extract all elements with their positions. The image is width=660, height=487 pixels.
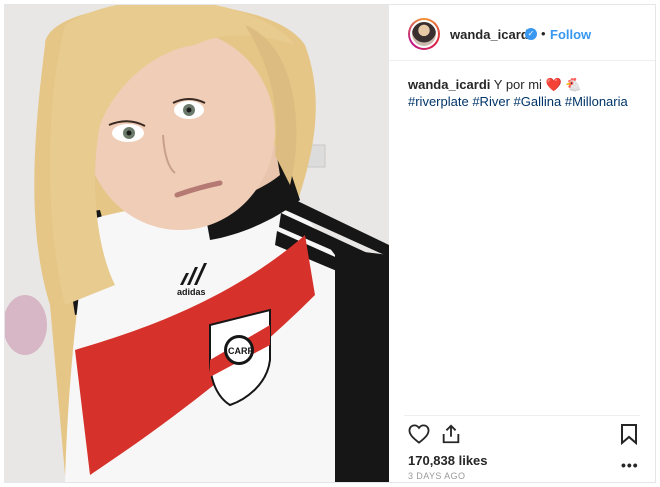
bookmark-icon[interactable]	[620, 423, 638, 450]
hashtag-link[interactable]: #Gallina	[514, 94, 562, 109]
caption-username[interactable]: wanda_icardi	[408, 77, 490, 92]
post-caption: wanda_icardi Y por mi ❤️ 🐔 #riverplate #…	[408, 76, 638, 110]
verified-badge-icon: ✓	[525, 28, 537, 40]
hashtag-link[interactable]: #riverplate	[408, 94, 469, 109]
hashtag-link[interactable]: #River	[472, 94, 510, 109]
author-username[interactable]: wanda_icardi	[450, 27, 532, 42]
share-icon[interactable]	[440, 423, 462, 450]
post-photo[interactable]: adidas CARP	[5, 5, 389, 482]
heart-icon[interactable]	[408, 424, 430, 449]
likes-count[interactable]: 170,838 likes	[408, 453, 488, 468]
actions-divider	[404, 415, 640, 416]
post-timestamp: 3 DAYS AGO	[408, 471, 466, 481]
more-options-icon[interactable]: •••	[621, 457, 639, 473]
post-header: wanda_icardi ✓ • Follow	[389, 5, 655, 61]
caption-text: Y por mi ❤️ 🐔	[493, 77, 582, 92]
selfie-image: adidas CARP	[5, 5, 389, 482]
avatar[interactable]	[408, 18, 440, 50]
hashtag-link[interactable]: #Millonaria	[565, 94, 628, 109]
header-separator: •	[541, 26, 546, 41]
svg-text:adidas: adidas	[177, 287, 206, 297]
avatar-image	[410, 20, 438, 48]
follow-button[interactable]: Follow	[550, 27, 591, 42]
instagram-post: adidas CARP wanda_icardi ✓ • Follow wand…	[4, 4, 656, 483]
post-side-panel: wanda_icardi ✓ • Follow wanda_icardi Y p…	[389, 5, 655, 482]
crest-text: CARP	[228, 346, 254, 356]
